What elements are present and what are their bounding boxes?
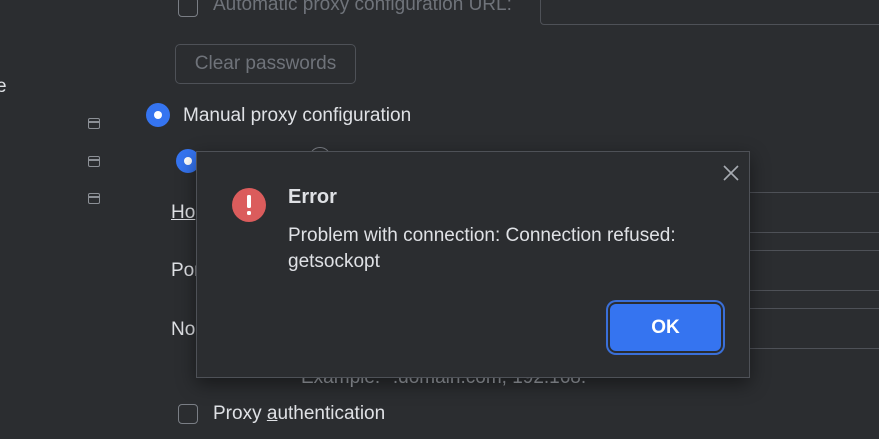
window-icon [88, 118, 100, 129]
error-exclamation-icon [231, 187, 267, 223]
auto-proxy-checkbox[interactable] [178, 0, 198, 17]
ok-button[interactable]: OK [610, 304, 721, 351]
left-edge-text: e [0, 76, 7, 97]
error-dialog: Error Problem with connection: Connectio… [196, 151, 750, 378]
proxy-auth-mnemonic: a [266, 403, 278, 424]
dialog-message: Problem with connection: Connection refu… [288, 225, 676, 272]
dialog-title: Error [288, 186, 337, 208]
manual-proxy-label: Manual proxy configuration [183, 105, 412, 126]
no-proxy-label: No [171, 319, 196, 340]
clear-passwords-button[interactable]: Clear passwords [175, 44, 356, 84]
proxy-auth-label: Proxy authentication [213, 403, 385, 425]
proxy-auth-label-prefix: Proxy [213, 403, 267, 424]
close-icon[interactable] [721, 163, 741, 183]
host-label: Ho [171, 202, 196, 223]
window-icon [88, 193, 100, 204]
auto-proxy-label: Automatic proxy configuration URL: [213, 0, 512, 15]
window-icon [88, 156, 100, 167]
auto-proxy-url-field[interactable] [540, 0, 879, 25]
manual-proxy-radio[interactable] [146, 103, 170, 127]
proxy-auth-checkbox[interactable] [178, 404, 198, 424]
proxy-auth-label-suffix: uthentication [277, 403, 386, 424]
